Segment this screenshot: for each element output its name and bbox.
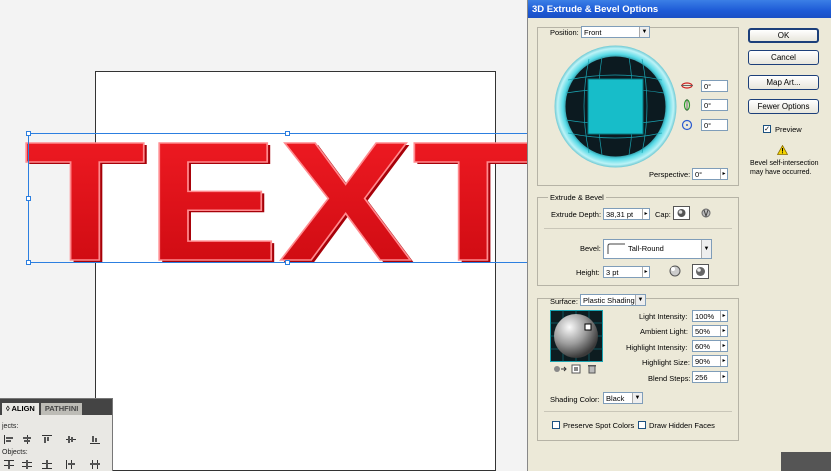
rotation-track-cube[interactable] bbox=[554, 45, 677, 168]
warning-icon bbox=[777, 145, 788, 155]
highlight-size-field[interactable]: 90% ▸ bbox=[692, 355, 728, 367]
highlight-intensity-arrow[interactable]: ▸ bbox=[720, 341, 727, 351]
panel-tabs: ◊ ALIGN PATHFINI bbox=[0, 399, 112, 415]
ambient-light-label: Ambient Light: bbox=[640, 327, 688, 336]
selection-top-edge bbox=[28, 133, 527, 134]
lighting-sphere[interactable] bbox=[550, 310, 603, 362]
distribute-hcenter-icon[interactable] bbox=[90, 460, 100, 469]
ok-button[interactable]: OK bbox=[748, 28, 819, 43]
align-left-icon[interactable] bbox=[4, 435, 14, 444]
distribute-objects-label: Objects: bbox=[2, 449, 28, 456]
chevron-down-icon: ▼ bbox=[632, 393, 642, 403]
selection-bottom-edge bbox=[28, 262, 527, 263]
selection-handle[interactable] bbox=[285, 260, 290, 265]
bevel-dropdown[interactable]: Tall-Round ▼ bbox=[603, 239, 712, 259]
align-bottom-icon[interactable] bbox=[90, 435, 100, 444]
preserve-spot-checkbox[interactable] bbox=[552, 421, 560, 429]
shading-color-label: Shading Color: bbox=[550, 395, 600, 404]
selection-handle[interactable] bbox=[26, 260, 31, 265]
blend-steps-arrow[interactable]: ▸ bbox=[720, 372, 727, 382]
rotation-z-field[interactable]: 0° bbox=[701, 119, 728, 131]
perspective-label: Perspective: bbox=[649, 170, 691, 179]
distribute-left-icon[interactable] bbox=[66, 460, 76, 469]
height-label: Height: bbox=[576, 268, 600, 277]
text-front-face: TEXT bbox=[24, 107, 527, 297]
rotate-x-icon bbox=[681, 82, 693, 89]
preserve-spot-label: Preserve Spot Colors bbox=[563, 421, 635, 430]
extrude-depth-arrow[interactable]: ▸ bbox=[642, 209, 649, 219]
move-light-back-icon[interactable] bbox=[553, 364, 567, 374]
separator bbox=[544, 228, 732, 229]
shading-color-dropdown[interactable]: Black ▼ bbox=[603, 392, 643, 404]
distribute-top-icon[interactable] bbox=[4, 460, 14, 469]
bevel-warning-text: Bevel self-intersection may have occurre… bbox=[750, 160, 819, 176]
cap-label: Cap: bbox=[655, 210, 671, 219]
height-arrow[interactable]: ▸ bbox=[642, 267, 649, 277]
align-center-icon[interactable] bbox=[22, 435, 32, 444]
highlight-size-arrow[interactable]: ▸ bbox=[720, 356, 727, 366]
bevel-in-icon[interactable] bbox=[692, 264, 709, 279]
extrude-depth-field[interactable]: 38,31 pt ▸ bbox=[603, 208, 650, 220]
perspective-field[interactable]: 0° ▸ bbox=[692, 168, 728, 180]
rotate-y-icon bbox=[683, 99, 691, 111]
light-intensity-label: Light Intensity: bbox=[639, 312, 688, 321]
position-dropdown[interactable]: Front ▼ bbox=[581, 26, 650, 38]
extruded-3d-text[interactable]: TEXT TEXT bbox=[0, 0, 527, 300]
cancel-button[interactable]: Cancel bbox=[748, 50, 819, 65]
align-top-icon[interactable] bbox=[42, 435, 52, 444]
selection-handle[interactable] bbox=[26, 131, 31, 136]
chevron-down-icon: ▼ bbox=[639, 27, 649, 37]
rotation-y-field[interactable]: 0° bbox=[701, 99, 728, 111]
highlight-intensity-label: Highlight Intensity: bbox=[626, 343, 688, 352]
blend-steps-label: Blend Steps: bbox=[648, 374, 691, 383]
draw-hidden-checkbox[interactable] bbox=[638, 421, 646, 429]
light-intensity-arrow[interactable]: ▸ bbox=[720, 311, 727, 321]
distribute-bottom-icon[interactable] bbox=[42, 460, 52, 469]
new-light-icon[interactable] bbox=[571, 364, 581, 374]
light-intensity-field[interactable]: 100% ▸ bbox=[692, 310, 728, 322]
fewer-options-button[interactable]: Fewer Options bbox=[748, 99, 819, 114]
surface-dropdown[interactable]: Plastic Shading ▼ bbox=[580, 294, 646, 306]
selection-handle[interactable] bbox=[26, 196, 31, 201]
extrude-bevel-section-label: Extrude & Bevel bbox=[548, 193, 606, 202]
align-vcenter-icon[interactable] bbox=[66, 435, 76, 444]
rotate-z-icon bbox=[681, 119, 693, 131]
align-objects-label: jects: bbox=[2, 423, 19, 430]
align-panel: ◊ ALIGN PATHFINI jects: Objects: bbox=[0, 398, 113, 471]
highlight-intensity-field[interactable]: 60% ▸ bbox=[692, 340, 728, 352]
height-field[interactable]: 3 pt ▸ bbox=[603, 266, 650, 278]
bevel-out-icon[interactable] bbox=[668, 264, 682, 278]
ambient-light-field[interactable]: 50% ▸ bbox=[692, 325, 728, 337]
bevel-shape-icon bbox=[607, 243, 625, 254]
delete-light-icon[interactable] bbox=[587, 364, 597, 374]
cap-off-icon[interactable] bbox=[700, 207, 712, 219]
extrude-depth-label: Extrude Depth: bbox=[551, 210, 602, 219]
tab-align[interactable]: ◊ ALIGN bbox=[2, 403, 39, 415]
distribute-vcenter-icon[interactable] bbox=[22, 460, 32, 469]
chevron-down-icon: ▼ bbox=[701, 240, 711, 258]
separator bbox=[544, 411, 732, 412]
draw-hidden-label: Draw Hidden Faces bbox=[649, 421, 715, 430]
ambient-light-arrow[interactable]: ▸ bbox=[720, 326, 727, 336]
highlight-size-label: Highlight Size: bbox=[642, 358, 690, 367]
preview-label: Preview bbox=[775, 125, 802, 134]
rotation-x-field[interactable]: 0° bbox=[701, 80, 728, 92]
blend-steps-field[interactable]: 256 ▸ bbox=[692, 371, 728, 383]
selection-handle[interactable] bbox=[285, 131, 290, 136]
map-art-button[interactable]: Map Art... bbox=[748, 75, 819, 90]
preview-checkbox[interactable]: ✓ bbox=[763, 125, 771, 133]
surface-label: Surface: bbox=[550, 297, 578, 306]
chevron-down-icon: ▼ bbox=[635, 295, 645, 305]
tab-pathfinder[interactable]: PATHFINI bbox=[40, 403, 83, 415]
cap-on-icon[interactable] bbox=[673, 206, 690, 220]
screen-edge-panel bbox=[781, 452, 831, 471]
position-label: Position: bbox=[550, 28, 579, 37]
perspective-arrow[interactable]: ▸ bbox=[720, 169, 727, 179]
dialog-title: 3D Extrude & Bevel Options bbox=[528, 0, 831, 18]
bevel-label: Bevel: bbox=[580, 244, 601, 253]
